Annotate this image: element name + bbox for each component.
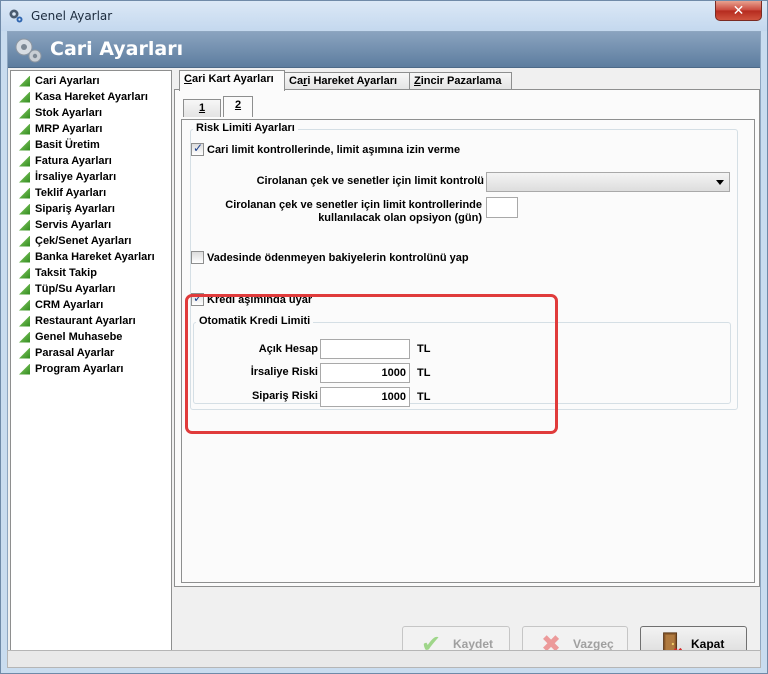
sidebar-item-parasal[interactable]: Parasal Ayarlar [19,345,114,361]
leaf-icon [19,267,30,279]
tab-cari-hareket[interactable]: Cari Hareket Ayarları [284,72,410,90]
leaf-icon [19,251,30,263]
leaf-icon [19,331,30,343]
leaf-icon [19,75,30,87]
close-window-button[interactable]: ✕ [715,1,762,21]
chevron-down-icon [716,180,724,185]
sidebar-item-stok[interactable]: Stok Ayarları [19,105,102,121]
section-header: Cari Ayarları [8,32,760,68]
window-title: Genel Ayarlar [31,9,113,23]
close-icon: ✕ [732,2,745,19]
sidebar-item-fatura[interactable]: Fatura Ayarları [19,153,112,169]
leaf-icon [19,155,30,167]
leaf-icon [19,203,30,215]
leaf-icon [19,139,30,151]
sidebar-item-banka-hareket[interactable]: Banka Hareket Ayarları [19,249,155,265]
subtab-2[interactable]: 2 [223,96,253,117]
cirolanan-combo[interactable] [486,172,730,192]
leaf-icon [19,347,30,359]
leaf-icon [19,299,30,311]
tab-zincir-pazarlama[interactable]: Zincir Pazarlama [409,72,512,90]
sidebar-item-restaurant[interactable]: Restaurant Ayarları [19,313,136,329]
gears-icon [15,38,42,63]
leaf-icon [19,235,30,247]
leaf-icon [19,187,30,199]
opsiyon-input[interactable] [486,197,518,218]
sidebar-item-genel-muhasebe[interactable]: Genel Muhasebe [19,329,122,345]
sidebar-item-cari[interactable]: Cari Ayarları [19,73,100,89]
leaf-icon [19,171,30,183]
sidebar-item-mrp[interactable]: MRP Ayarları [19,121,102,137]
leaf-icon [19,283,30,295]
risk-limit-title: Risk Limiti Ayarları [193,122,298,134]
tab-cari-kart[interactable]: Cari Kart Ayarları [179,70,285,91]
leaf-icon [19,91,30,103]
sidebar-item-basit-uretim[interactable]: Basit Üretim [19,137,100,153]
cirolanan-label: Cirolanan çek ve senetler için limit kon… [256,175,484,187]
sidebar-item-siparis[interactable]: Sipariş Ayarları [19,201,115,217]
sidebar-item-kasa-hareket[interactable]: Kasa Hareket Ayarları [19,89,148,105]
settings-window: Genel Ayarlar ✕ Cari Ayarları Cari Ayarl… [0,0,768,674]
vade-checkbox[interactable] [191,251,204,264]
app-gear-icon [9,9,23,23]
leaf-icon [19,315,30,327]
cari-limit-checkbox[interactable] [191,141,204,156]
sidebar-item-cek-senet[interactable]: Çek/Senet Ayarları [19,233,131,249]
sidebar-item-teklif[interactable]: Teklif Ayarları [19,185,106,201]
status-bar [7,650,761,668]
sidebar-item-servis[interactable]: Servis Ayarları [19,217,111,233]
settings-sidebar: Cari Ayarları Kasa Hareket Ayarları Stok… [10,70,172,656]
leaf-icon [19,363,30,375]
highlight-box [185,294,558,434]
leaf-icon [19,123,30,135]
vade-checkbox-row[interactable]: Vadesinde ödenmeyen bakiyelerin kontrolü… [191,251,469,264]
page-title: Cari Ayarları [50,38,184,60]
sidebar-item-tup-su[interactable]: Tüp/Su Ayarları [19,281,115,297]
opsiyon-label-1: Cirolanan çek ve senetler için limit kon… [225,199,482,211]
leaf-icon [19,107,30,119]
sidebar-item-crm[interactable]: CRM Ayarları [19,297,103,313]
sidebar-item-irsaliye[interactable]: İrsaliye Ayarları [19,169,116,185]
cari-limit-checkbox-row[interactable]: Cari limit kontrollerinde, limit aşımına… [191,141,460,156]
subtab-1[interactable]: 1 [183,99,221,117]
sidebar-item-taksit-takip[interactable]: Taksit Takip [19,265,97,281]
title-bar: Genel Ayarlar ✕ [1,1,767,31]
opsiyon-label-2: kullanılacak olan opsiyon (gün) [318,212,482,224]
leaf-icon [19,219,30,231]
sidebar-item-program[interactable]: Program Ayarları [19,361,123,377]
